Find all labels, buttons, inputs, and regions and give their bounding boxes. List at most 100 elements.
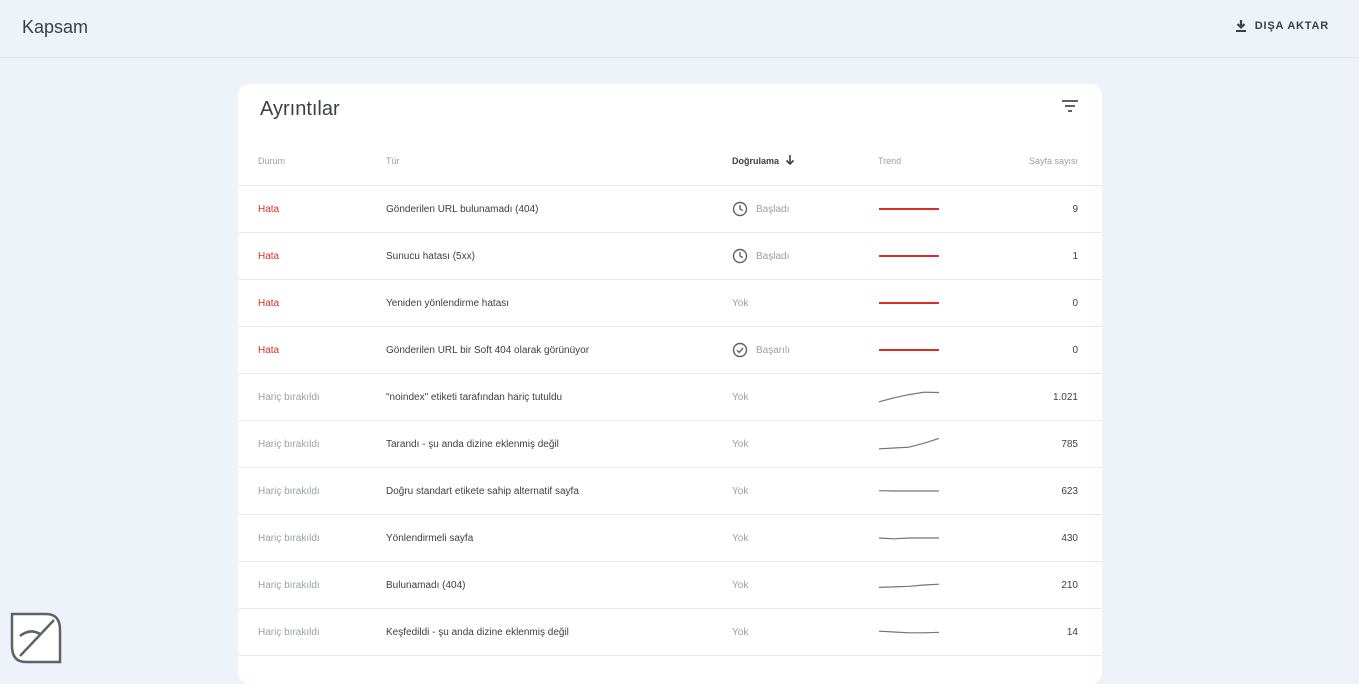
row-count: 0: [988, 280, 1078, 326]
row-type: Gönderilen URL bir Soft 404 olarak görün…: [386, 327, 726, 373]
row-trend: [878, 609, 942, 655]
row-type: Doğru standart etikete sahip alternatif …: [386, 468, 726, 514]
row-validation-label: Yok: [732, 486, 748, 497]
row-count: 0: [988, 327, 1078, 373]
row-validation: Yok: [732, 609, 852, 655]
table-row[interactable]: Hariç bırakıldıBulunamadı (404)Yok210: [238, 562, 1102, 609]
table-row[interactable]: Hariç bırakıldı Keşfedildi - şu anda dizi…: [238, 609, 1102, 656]
row-trend: [878, 515, 942, 561]
row-count: 785: [988, 421, 1078, 467]
table-row[interactable]: Hariç bırakıldı "noindex" etiketi tarafın…: [238, 374, 1102, 421]
trend-sparkline: [878, 622, 940, 642]
row-trend: [878, 562, 942, 608]
trend-sparkline: [878, 340, 940, 360]
trend-sparkline: [878, 481, 940, 501]
details-table: Durum Tür Doğrulama Trend Sayfa sayısı H…: [238, 136, 1102, 656]
clock-icon: [732, 201, 748, 217]
table-row[interactable]: Hata Yeniden yönlendirme hatası Yok 0: [238, 280, 1102, 327]
export-label: DIŞA AKTAR: [1255, 20, 1329, 32]
download-icon: [1235, 19, 1247, 33]
header-count[interactable]: Sayfa sayısı: [988, 136, 1078, 185]
table-header: Durum Tür Doğrulama Trend Sayfa sayısı: [238, 136, 1102, 186]
row-validation: Yok: [732, 468, 852, 514]
table-row[interactable]: Hariç bırakıldı Yönlendirmeli sayfa Yok 430: [238, 515, 1102, 562]
row-validation-label: Yok: [732, 580, 748, 591]
trend-line: [879, 584, 939, 587]
row-validation: Başarılı: [732, 327, 852, 373]
logo-icon: [6, 606, 66, 668]
trend-sparkline: [878, 293, 940, 313]
row-validation: Yok: [732, 562, 852, 608]
row-validation-label: Yok: [732, 392, 748, 403]
row-status: Hariç bırakıldı: [258, 562, 368, 608]
top-bar: Kapsam DIŞA AKTAR: [0, 0, 1359, 58]
row-validation-label: Başladı: [756, 204, 789, 215]
row-validation-label: Yok: [732, 439, 748, 450]
trend-sparkline: [878, 528, 940, 548]
row-status: Hariç bırakıldı: [258, 374, 368, 420]
table-row[interactable]: Hariç bırakıldı Tarandı - şu anda dizine …: [238, 421, 1102, 468]
trend-line: [879, 438, 939, 448]
trend-sparkline: [878, 246, 940, 266]
row-count: 1: [988, 233, 1078, 279]
header-validation-label: Doğrulama: [732, 156, 779, 166]
trend-sparkline: [878, 199, 940, 219]
row-type: Bulunamadı (404): [386, 562, 726, 608]
filter-icon[interactable]: [1062, 100, 1078, 112]
row-trend: [878, 280, 942, 326]
row-count: 430: [988, 515, 1078, 561]
trend-sparkline: [878, 434, 940, 454]
header-type[interactable]: Tür: [386, 136, 726, 185]
row-validation: Yok: [732, 421, 852, 467]
row-status: Hariç bırakıldı: [258, 468, 368, 514]
row-validation-label: Yok: [732, 533, 748, 544]
row-validation-label: Başarılı: [756, 345, 790, 356]
header-status[interactable]: Durum: [258, 136, 368, 185]
row-type: Gönderilen URL bulunamadı (404): [386, 186, 726, 232]
row-status: Hariç bırakıldı: [258, 515, 368, 561]
arrow-down-icon: [785, 155, 795, 166]
check-circle-icon: [732, 342, 748, 358]
row-type: Yönlendirmeli sayfa: [386, 515, 726, 561]
table-row[interactable]: Hata Gönderilen URL bir Soft 404 olarak g…: [238, 327, 1102, 374]
row-count: 9: [988, 186, 1078, 232]
row-validation: Yok: [732, 515, 852, 561]
table-row[interactable]: Hata Sunucu hatası (5xx) Başladı 1: [238, 233, 1102, 280]
row-trend: [878, 421, 942, 467]
header-validation[interactable]: Doğrulama: [732, 136, 852, 185]
row-type: Tarandı - şu anda dizine eklenmiş değil: [386, 421, 726, 467]
row-status: Hariç bırakıldı: [258, 609, 368, 655]
row-type: Sunucu hatası (5xx): [386, 233, 726, 279]
row-trend: [878, 327, 942, 373]
row-validation-label: Yok: [732, 627, 748, 638]
row-count: 1.021: [988, 374, 1078, 420]
trend-line: [879, 392, 939, 402]
trend-line: [879, 631, 939, 633]
row-type: Keşfedildi - şu anda dizine eklenmiş değ…: [386, 609, 726, 655]
row-type: Yeniden yönlendirme hatası: [386, 280, 726, 326]
clock-icon: [732, 248, 748, 264]
row-validation-label: Yok: [732, 298, 748, 309]
row-validation: Yok: [732, 374, 852, 420]
row-trend: [878, 186, 942, 232]
row-validation: Başladı: [732, 233, 852, 279]
row-type: "noindex" etiketi tarafından hariç tutul…: [386, 374, 726, 420]
row-status: Hariç bırakıldı: [258, 421, 368, 467]
row-status: Hata: [258, 186, 368, 232]
details-card: Ayrıntılar Durum Tür Doğrulama Trend Say…: [238, 84, 1102, 684]
card-title: Ayrıntılar: [260, 98, 340, 121]
table-row[interactable]: Hata Gönderilen URL bulunamadı (404) Başla…: [238, 186, 1102, 233]
row-status: Hata: [258, 280, 368, 326]
table-row[interactable]: Hariç bırakıldı Doğru standart etikete sa…: [238, 468, 1102, 515]
header-trend: Trend: [878, 136, 942, 185]
row-status: Hata: [258, 233, 368, 279]
row-trend: [878, 374, 942, 420]
trend-sparkline: [878, 575, 940, 595]
row-validation: Başladı: [732, 186, 852, 232]
row-count: 623: [988, 468, 1078, 514]
row-trend: [878, 468, 942, 514]
row-status: Hata: [258, 327, 368, 373]
row-validation-label: Başladı: [756, 251, 789, 262]
export-button[interactable]: DIŞA AKTAR: [1235, 19, 1329, 33]
trend-line: [879, 538, 939, 539]
